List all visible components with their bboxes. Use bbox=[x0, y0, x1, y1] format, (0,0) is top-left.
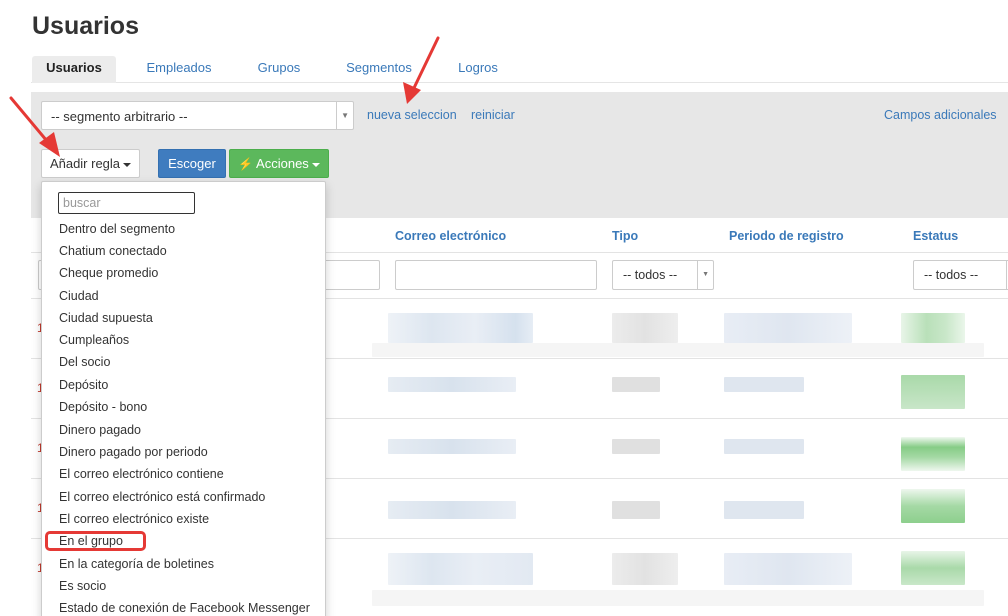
red-arrow-icon bbox=[9, 36, 440, 157]
red-arrow-icon bbox=[403, 36, 440, 104]
red-arrow-icon bbox=[9, 96, 60, 157]
